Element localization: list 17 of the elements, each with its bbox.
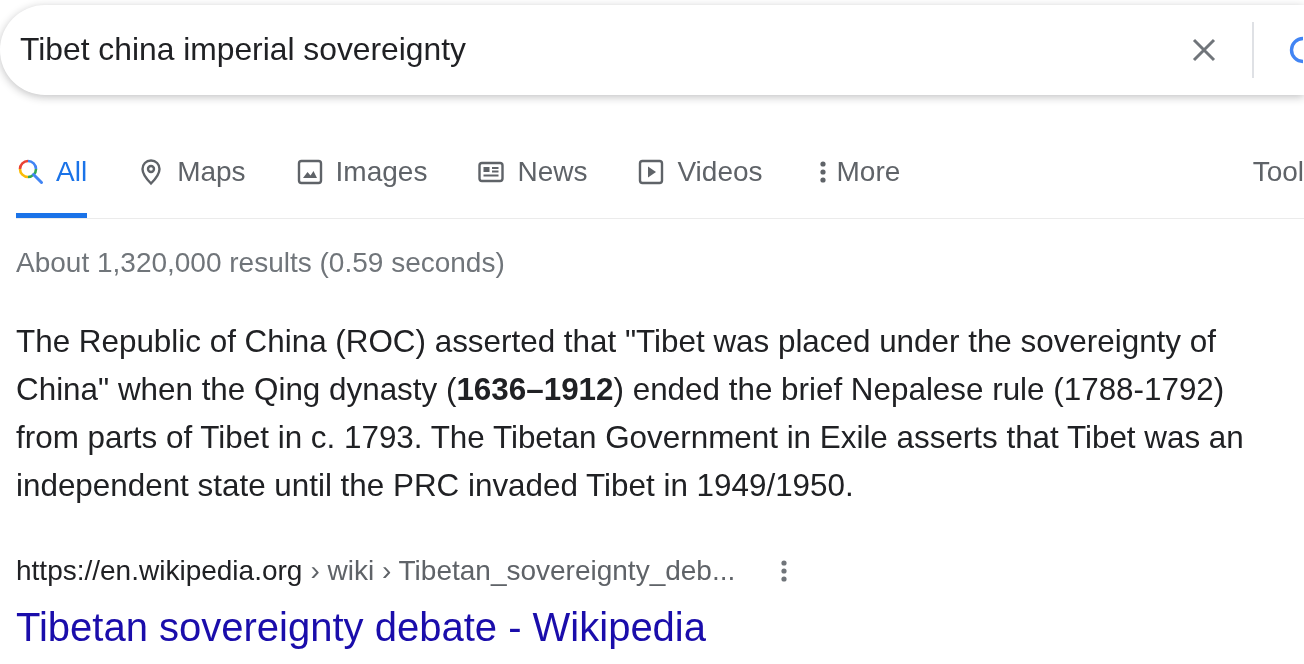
search-icon	[16, 158, 44, 186]
search-tab[interactable]: More	[812, 145, 901, 218]
search-tab[interactable]: Maps	[137, 145, 246, 218]
result-title-link[interactable]: Tibetan sovereignty debate - Wikipedia	[16, 603, 706, 651]
play-icon	[637, 158, 666, 186]
tools-tab[interactable]: Tool	[1252, 145, 1304, 218]
url-breadcrumb: › wiki › Tibetan_sovereignty_deb...	[310, 554, 736, 588]
snippet-text: The Republic of China (ROC) asserted that "Tibet was placed under the sovereignty of China" when the Qing dynasty (1636–1912) ended the brief Nepalese rule (1788-1792) from parts of Tibet in c. 1793. The Tibetan Government in Exile asserts that Tibet was an independent state until the PRC invaded Tibet in 1949/1950.	[16, 323, 1245, 505]
search-tab[interactable]: Images	[295, 145, 428, 218]
close-icon[interactable]	[1190, 36, 1218, 64]
result-stats: About 1,320,000 results (0.59 seconds)	[16, 247, 506, 279]
result-url: https://en.wikipedia.org	[16, 554, 303, 588]
search-field[interactable]: Tibet china imperial sovereignty	[0, 28, 1190, 72]
search-tab[interactable]: Videos	[637, 145, 763, 218]
search-tab[interactable]: News	[477, 145, 588, 218]
picture-icon	[295, 158, 324, 186]
search-tab[interactable]: All	[16, 145, 88, 218]
